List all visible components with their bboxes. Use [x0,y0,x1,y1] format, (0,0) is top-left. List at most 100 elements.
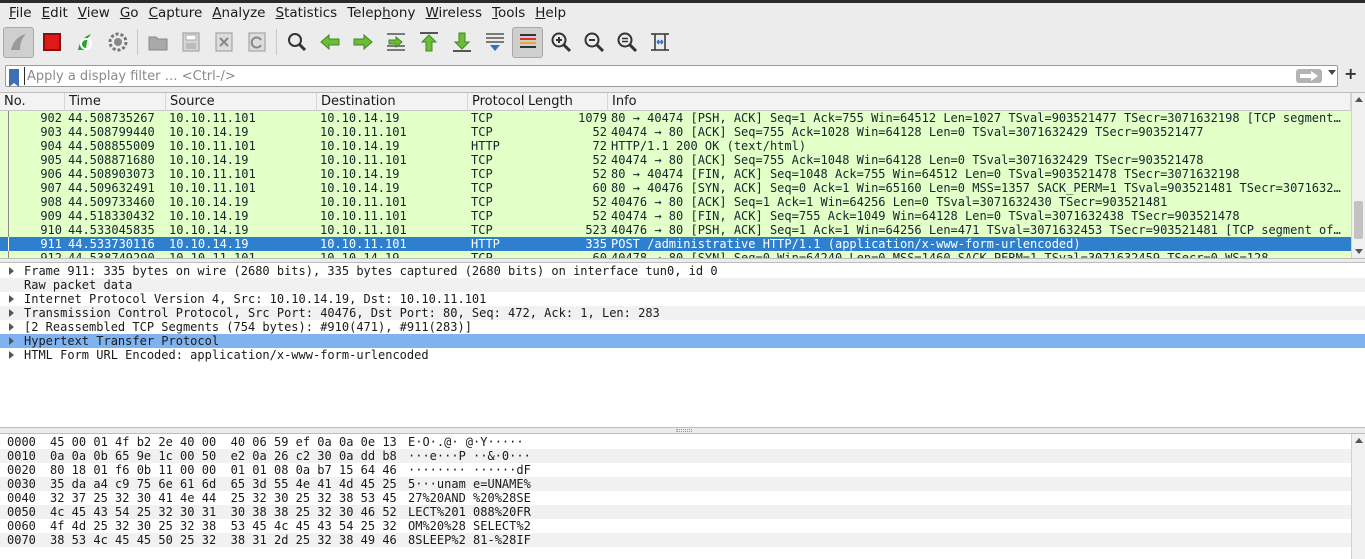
column-header-length[interactable]: Length [524,93,608,111]
menu-view[interactable]: View [73,3,115,23]
pane-splitter-handle[interactable] [676,429,692,432]
hex-dump-row[interactable]: 0030 35 da a4 c9 75 6e 61 6d 65 3d 55 4e … [0,477,1351,491]
capture-options-icon[interactable] [102,27,133,58]
packet-protocol: TCP [471,125,493,139]
save-file-icon[interactable] [175,27,206,58]
packet-time: 44.508735267 [68,111,155,125]
hex-dump-row[interactable]: 0060 4f 4d 25 32 30 25 32 38 53 45 4c 45 … [0,519,1351,533]
packet-row[interactable]: 911 44.533730116 10.10.14.19 10.10.11.101 HT… [0,237,1351,251]
expand-arrow-icon[interactable] [9,267,14,275]
detail-tree-item[interactable]: HTML Form URL Encoded: application/x-www… [0,348,1365,362]
hex-dump-row[interactable]: 0040 32 37 25 32 30 41 4e 44 25 32 30 25 … [0,491,1351,505]
detail-tree-item[interactable]: Hypertext Transfer Protocol [0,334,1365,348]
hex-dump-row[interactable]: 0020 80 18 01 f6 0b 11 00 00 01 01 08 0a … [0,463,1351,477]
filter-history-dropdown[interactable] [1328,70,1336,75]
ascii-bytes: 27%20AND %20%28SE [408,491,531,505]
packet-row[interactable]: 902 44.508735267 10.10.11.101 10.10.14.19 TC… [0,111,1351,125]
menu-tools[interactable]: Tools [487,3,530,23]
menu-wireless[interactable]: Wireless [420,3,487,23]
hex-dump-row[interactable]: 0070 38 53 4c 45 45 50 25 32 38 31 2d 25 … [0,533,1351,547]
packet-time: 44.508855009 [68,139,155,153]
column-header-source[interactable]: Source [166,93,317,111]
menu-go[interactable]: Go [115,3,144,23]
detail-tree-item[interactable]: [2 Reassembled TCP Segments (754 bytes):… [0,320,1365,334]
scroll-up-icon[interactable] [1355,97,1363,102]
go-last-icon[interactable] [446,27,477,58]
column-header-protocol[interactable]: Protocol [468,93,524,111]
display-filter-input[interactable] [24,67,1284,85]
packet-row[interactable]: 910 44.533045835 10.10.14.19 10.10.11.101 TC… [0,223,1351,237]
scroll-up-icon[interactable] [1355,438,1363,443]
detail-tree-item[interactable]: Frame 911: 335 bytes on wire (2680 bits)… [0,264,1365,278]
menu-help[interactable]: Help [530,3,571,23]
scrollbar-thumb[interactable] [1354,201,1363,239]
packet-list-scrollbar[interactable] [1351,93,1365,258]
menu-edit[interactable]: Edit [37,3,73,23]
open-file-icon[interactable] [142,27,173,58]
packet-row[interactable]: 906 44.508903073 10.10.11.101 10.10.14.19 TC… [0,167,1351,181]
detail-tree-label: Frame 911: 335 bytes on wire (2680 bits)… [24,264,718,278]
packet-protocol: TCP [471,153,493,167]
restart-capture-icon[interactable] [69,27,100,58]
packet-info: 40474 → 80 [FIN, ACK] Seq=755 Ack=1049 W… [611,209,1240,223]
find-packet-icon[interactable] [281,27,312,58]
packet-row[interactable]: 905 44.508871680 10.10.14.19 10.10.11.101 TC… [0,153,1351,167]
detail-tree-item[interactable]: Transmission Control Protocol, Src Port:… [0,306,1365,320]
expand-arrow-icon[interactable] [9,295,14,303]
column-header-destination[interactable]: Destination [317,93,468,111]
shark-fin-start-icon[interactable] [3,26,34,58]
packet-info: 40474 → 80 [ACK] Seq=755 Ack=1048 Win=64… [611,153,1204,167]
bookmark-icon[interactable] [9,69,19,87]
packet-number: 905 [40,153,62,167]
packet-source: 10.10.14.19 [169,125,249,139]
packet-number: 910 [40,223,62,237]
menu-capture[interactable]: Capture [144,3,208,23]
expand-arrow-icon[interactable] [9,323,14,331]
autoscroll-icon[interactable] [479,27,510,58]
packet-row[interactable]: 908 44.509733460 10.10.14.19 10.10.11.101 TC… [0,195,1351,209]
expand-arrow-icon[interactable] [9,337,14,345]
reload-file-icon[interactable] [241,27,272,58]
scroll-down-icon[interactable] [1355,249,1363,254]
go-back-icon[interactable] [314,27,345,58]
packet-row[interactable]: 909 44.518330432 10.10.14.19 10.10.11.101 TC… [0,209,1351,223]
column-header-no[interactable]: No. [0,93,65,111]
packet-time: 44.508871680 [68,153,155,167]
zoom-in-icon[interactable] [545,27,576,58]
column-header-time[interactable]: Time [65,93,166,111]
resize-columns-icon[interactable] [644,27,675,58]
menu-statistics[interactable]: Statistics [270,3,342,23]
close-file-icon[interactable] [208,27,239,58]
menu-file[interactable]: File [4,3,37,23]
packet-number: 908 [40,195,62,209]
colorize-icon[interactable] [512,26,543,58]
packet-row[interactable]: 912 44.538749290 10.10.11.101 10.10.14.19 TC… [0,251,1351,259]
normal-size-icon[interactable] [611,27,642,58]
menu-analyze[interactable]: Analyze [207,3,270,23]
packet-row[interactable]: 907 44.509632491 10.10.11.101 10.10.14.19 TC… [0,181,1351,195]
packet-destination: 10.10.11.101 [320,125,407,139]
bytes-scrollbar[interactable] [1351,434,1365,559]
go-to-packet-icon[interactable] [380,27,411,58]
hex-dump-row[interactable]: 0050 4c 45 43 54 25 32 30 31 30 38 38 25 … [0,505,1351,519]
hex-dump-row[interactable]: 0010 0a 0a 0b 65 9e 1c 00 50 e2 0a 26 c2 … [0,449,1351,463]
stop-capture-icon[interactable] [36,27,67,58]
packet-row[interactable]: 904 44.508855009 10.10.11.101 10.10.14.19 HT… [0,139,1351,153]
add-filter-button[interactable]: + [1344,64,1357,83]
hex-dump-row[interactable]: 0000 45 00 01 4f b2 2e 40 00 40 06 59 ef … [0,435,1351,449]
ascii-bytes: E·O·.@· @·Y····· [408,435,524,449]
packet-row[interactable]: 903 44.508799440 10.10.14.19 10.10.11.101 TC… [0,125,1351,139]
zoom-out-icon[interactable] [578,27,609,58]
column-header-info[interactable]: Info [608,93,1351,111]
detail-tree-item[interactable]: Raw packet data [0,278,1365,292]
expand-arrow-icon[interactable] [9,309,14,317]
packet-length: 52 [592,195,607,209]
packet-time: 44.538749290 [68,251,155,259]
menu-telephony[interactable]: Telephony [342,3,420,23]
go-first-icon[interactable] [413,27,444,58]
hex-bytes: 35 da a4 c9 75 6e 61 6d 65 3d 55 4e 41 4… [50,477,397,491]
go-forward-icon[interactable] [347,27,378,58]
apply-filter-button[interactable] [1296,69,1322,83]
detail-tree-item[interactable]: Internet Protocol Version 4, Src: 10.10.… [0,292,1365,306]
expand-arrow-icon[interactable] [9,351,14,359]
